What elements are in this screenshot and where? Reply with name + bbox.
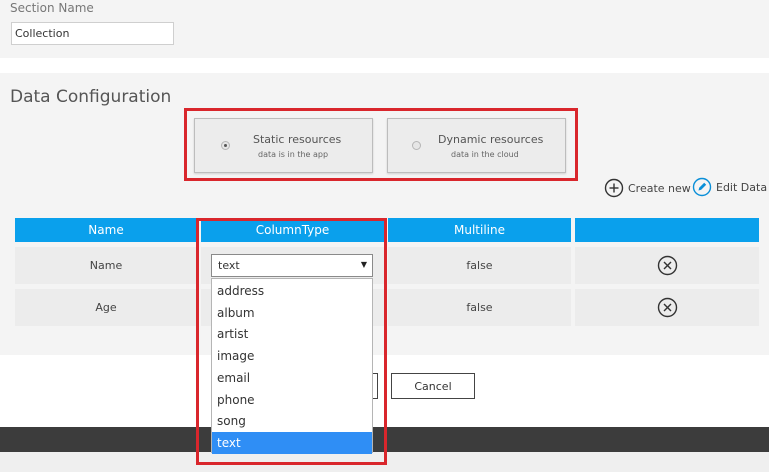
section-name-label: Section Name [10,1,94,15]
table-row-action-cell [575,289,759,326]
table-row-name-cell: Age [15,289,197,326]
section-name-input[interactable] [11,22,174,45]
column-header-actions [575,218,759,242]
delete-circle-icon[interactable] [657,255,678,276]
column-header-name: Name [15,218,197,242]
delete-circle-icon[interactable] [657,297,678,318]
pencil-circle-icon[interactable] [692,177,712,197]
table-row-multiline-cell: false [388,247,571,284]
table-row-multiline-cell: false [388,289,571,326]
edit-data-link[interactable]: Edit Data [716,181,767,194]
table-row-action-cell [575,247,759,284]
column-header-multiline: Multiline [388,218,571,242]
data-configuration-title: Data Configuration [10,87,172,107]
create-new-link[interactable]: Create new [628,182,691,195]
cancel-button[interactable]: Cancel [391,373,475,399]
column-type-highlight [196,218,387,465]
table-row-name-cell: Name [15,247,197,284]
plus-circle-icon[interactable] [604,178,624,198]
resource-type-highlight [184,108,578,181]
